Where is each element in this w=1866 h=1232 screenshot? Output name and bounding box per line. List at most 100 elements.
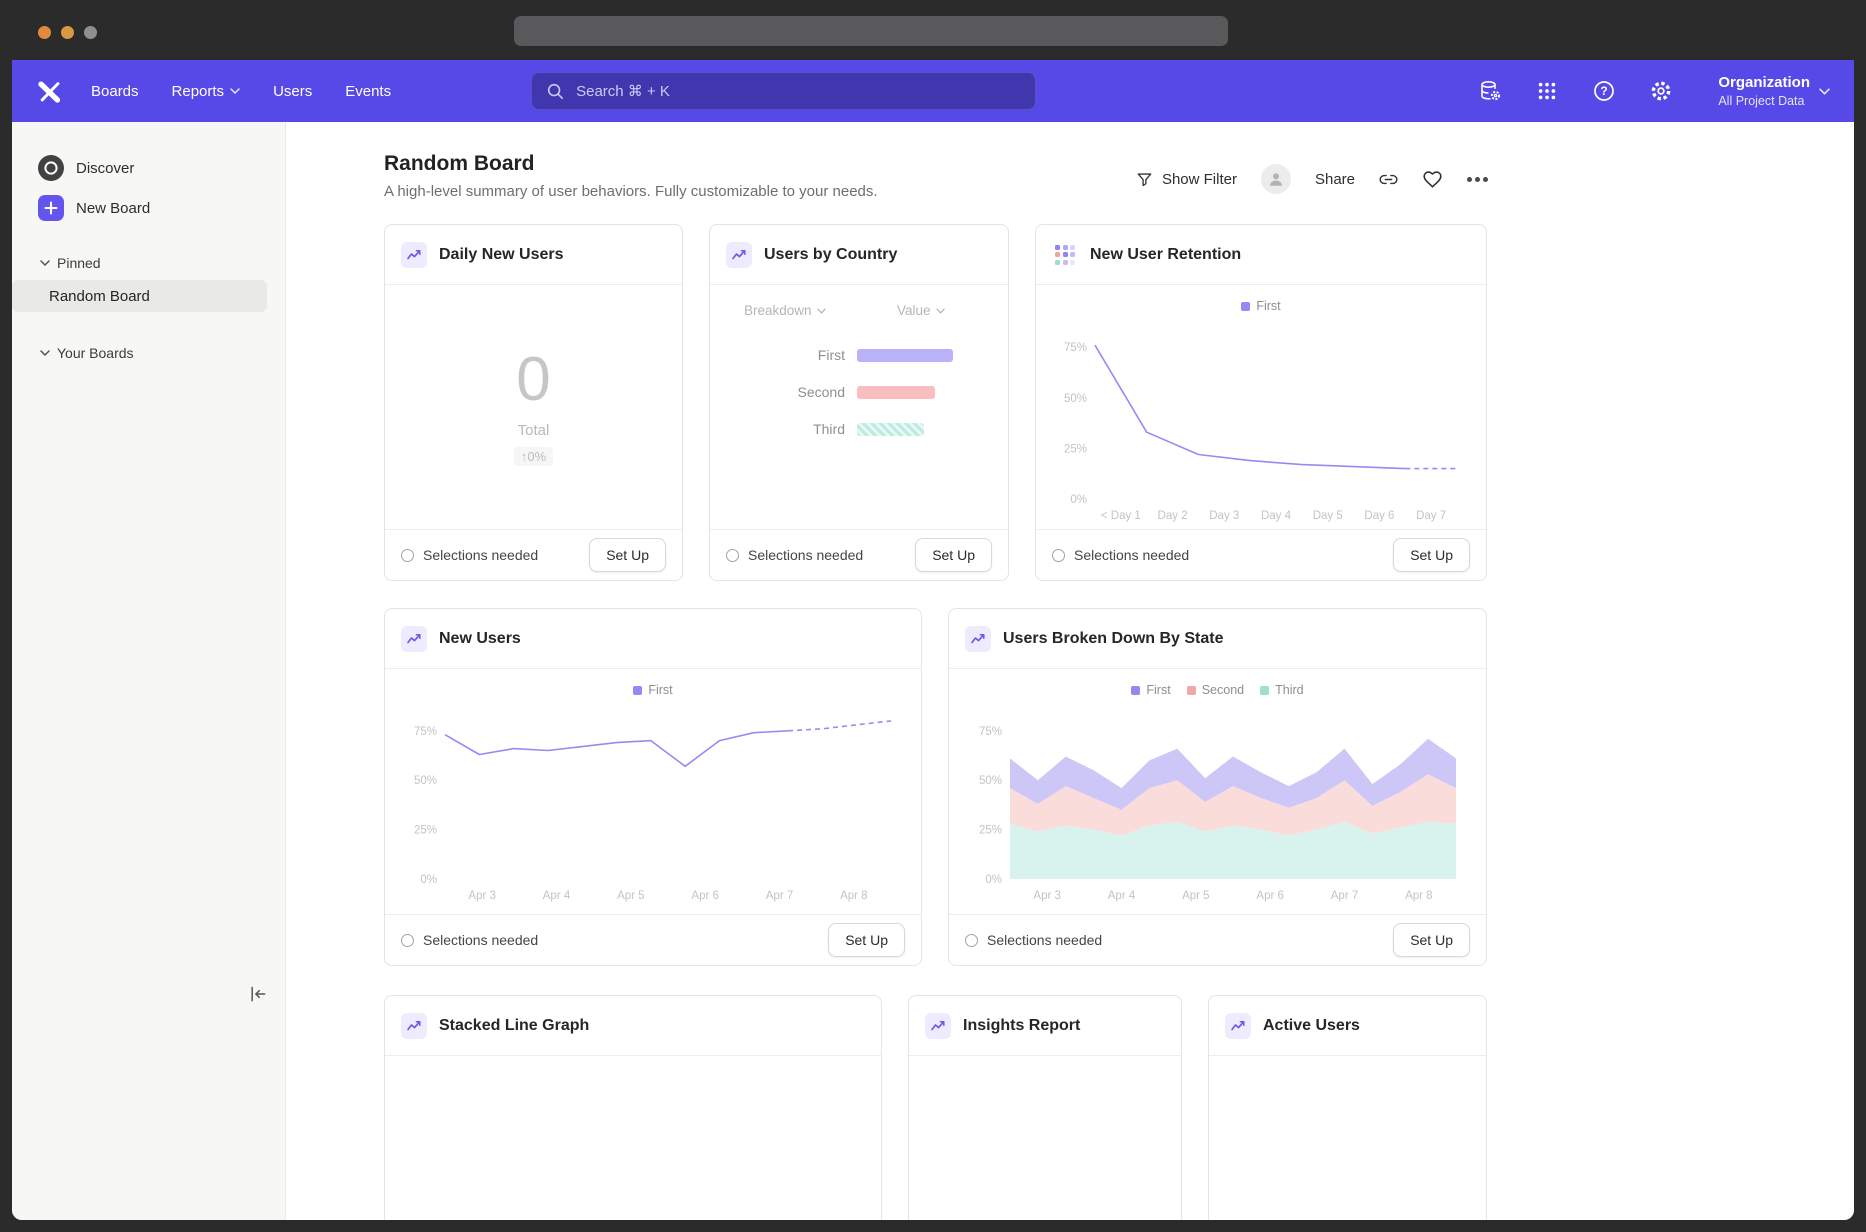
- share-button[interactable]: Share: [1315, 171, 1355, 188]
- chevron-down-icon: [230, 88, 240, 94]
- avatar[interactable]: [1261, 164, 1291, 194]
- selections-needed: Selections needed: [401, 547, 538, 563]
- chart-legend: First: [1036, 297, 1486, 315]
- card-users-by-country: Users by Country Breakdown Value: [709, 224, 1009, 581]
- discover-icon: [38, 155, 64, 181]
- search-input[interactable]: [574, 82, 1021, 101]
- chevron-down-icon: [1819, 88, 1830, 95]
- window-minimize-button[interactable]: [61, 26, 74, 39]
- card-footer: Selections needed Set Up: [710, 529, 1008, 580]
- person-icon: [1267, 170, 1285, 188]
- metric-delta: ↑0%: [514, 447, 553, 466]
- sidebar-item-random-board[interactable]: Random Board: [12, 280, 267, 312]
- window-close-button[interactable]: [38, 26, 51, 39]
- metric-label: Total: [518, 422, 550, 439]
- nav-item-label: Users: [273, 83, 312, 100]
- svg-text:Day 6: Day 6: [1364, 510, 1394, 522]
- window-zoom-button[interactable]: [84, 26, 97, 39]
- apps-grid-icon[interactable]: [1535, 79, 1559, 103]
- settings-gear-icon[interactable]: [1649, 79, 1673, 103]
- svg-text:0%: 0%: [1070, 494, 1087, 506]
- chevron-down-icon: [936, 308, 945, 314]
- cards-row-2: New Users First 75%50%25%0%Apr 3Apr 4Apr…: [384, 608, 1488, 966]
- set-up-button[interactable]: Set Up: [828, 923, 905, 957]
- svg-text:Apr 7: Apr 7: [1330, 890, 1358, 902]
- breakdown-dropdown[interactable]: Breakdown: [744, 303, 826, 318]
- legend-swatch: [1187, 686, 1196, 695]
- sidebar-item-label: New Board: [76, 200, 150, 217]
- card-title: Active Users: [1263, 1017, 1360, 1035]
- nav-item-events[interactable]: Events: [345, 83, 391, 100]
- country-bars: First Second Third: [744, 347, 982, 437]
- line-chart-icon: [1225, 1013, 1251, 1039]
- radio-circle-icon: [401, 549, 414, 562]
- radio-circle-icon: [401, 934, 414, 947]
- sidebar-item-discover[interactable]: Discover: [12, 148, 285, 188]
- sidebar-section-your-boards[interactable]: Your Boards: [12, 336, 285, 370]
- breakdown-label: Breakdown: [744, 303, 812, 318]
- selections-needed: Selections needed: [1052, 547, 1189, 563]
- copy-link-icon[interactable]: [1379, 170, 1398, 189]
- legend-item: Third: [1260, 683, 1303, 697]
- sidebar-item-new-board[interactable]: New Board: [12, 188, 285, 228]
- svg-text:75%: 75%: [1064, 342, 1087, 354]
- country-row: First: [744, 347, 982, 363]
- svg-text:50%: 50%: [414, 775, 437, 787]
- country-row-label: Third: [744, 421, 845, 437]
- set-up-button[interactable]: Set Up: [1393, 538, 1470, 572]
- radio-circle-icon: [965, 934, 978, 947]
- svg-text:Day 5: Day 5: [1313, 510, 1343, 522]
- retention-line-chart: 75%50%25%0%< Day 1Day 2Day 3Day 4Day 5Da…: [1049, 319, 1473, 529]
- card-header: New User Retention: [1036, 225, 1486, 285]
- nav-item-label: Boards: [91, 83, 139, 100]
- line-chart-icon: [401, 1013, 427, 1039]
- nav-item-reports[interactable]: Reports: [172, 83, 241, 100]
- card-header: Insights Report: [909, 996, 1181, 1056]
- bar-chart-icon: [726, 242, 752, 268]
- svg-text:Apr 3: Apr 3: [468, 890, 496, 902]
- svg-text:Apr 8: Apr 8: [1405, 890, 1433, 902]
- card-stacked-line-graph: Stacked Line Graph: [384, 995, 882, 1220]
- country-row: Second: [744, 384, 982, 400]
- data-management-icon[interactable]: [1478, 79, 1502, 103]
- selections-needed-label: Selections needed: [1074, 547, 1189, 563]
- traffic-lights: [38, 26, 97, 39]
- card-title: Insights Report: [963, 1017, 1080, 1035]
- svg-text:Apr 5: Apr 5: [617, 890, 645, 902]
- chevron-down-icon: [817, 308, 826, 314]
- card-insights-report: Insights Report: [908, 995, 1182, 1220]
- country-bar: [857, 349, 953, 362]
- selections-needed-label: Selections needed: [423, 932, 538, 948]
- org-switcher[interactable]: Organization All Project Data: [1718, 74, 1830, 108]
- card-body: First 75%50%25%0%Apr 3Apr 4Apr 5Apr 6Apr…: [385, 669, 921, 914]
- more-menu-icon[interactable]: [1467, 177, 1488, 182]
- mixpanel-logo-icon[interactable]: [36, 78, 63, 105]
- address-bar[interactable]: [514, 16, 1228, 46]
- set-up-button[interactable]: Set Up: [1393, 923, 1470, 957]
- show-filter-button[interactable]: Show Filter: [1136, 171, 1237, 188]
- line-chart-icon: [401, 626, 427, 652]
- sidebar-collapse-icon[interactable]: [248, 984, 268, 1004]
- svg-text:Day 2: Day 2: [1158, 510, 1188, 522]
- board-item-label: Random Board: [49, 288, 150, 305]
- sidebar-section-pinned[interactable]: Pinned: [12, 246, 285, 280]
- legend-swatch: [633, 686, 642, 695]
- set-up-button[interactable]: Set Up: [589, 538, 666, 572]
- svg-text:0%: 0%: [420, 874, 437, 886]
- legend-item: First: [1131, 683, 1170, 697]
- card-title: Users Broken Down By State: [1003, 630, 1224, 648]
- svg-text:Apr 7: Apr 7: [766, 890, 794, 902]
- global-search[interactable]: [531, 72, 1036, 110]
- nav-item-boards[interactable]: Boards: [91, 83, 139, 100]
- card-header: Users by Country: [710, 225, 1008, 285]
- set-up-button[interactable]: Set Up: [915, 538, 992, 572]
- board-subtitle: A high-level summary of user behaviors. …: [384, 183, 878, 200]
- metric-value: 0: [516, 349, 550, 411]
- favorite-heart-icon[interactable]: [1422, 169, 1443, 190]
- value-dropdown[interactable]: Value: [897, 303, 945, 318]
- help-icon[interactable]: ?: [1592, 79, 1616, 103]
- line-chart-icon: [401, 242, 427, 268]
- nav-item-users[interactable]: Users: [273, 83, 312, 100]
- svg-text:25%: 25%: [978, 825, 1001, 837]
- section-label: Your Boards: [57, 345, 134, 361]
